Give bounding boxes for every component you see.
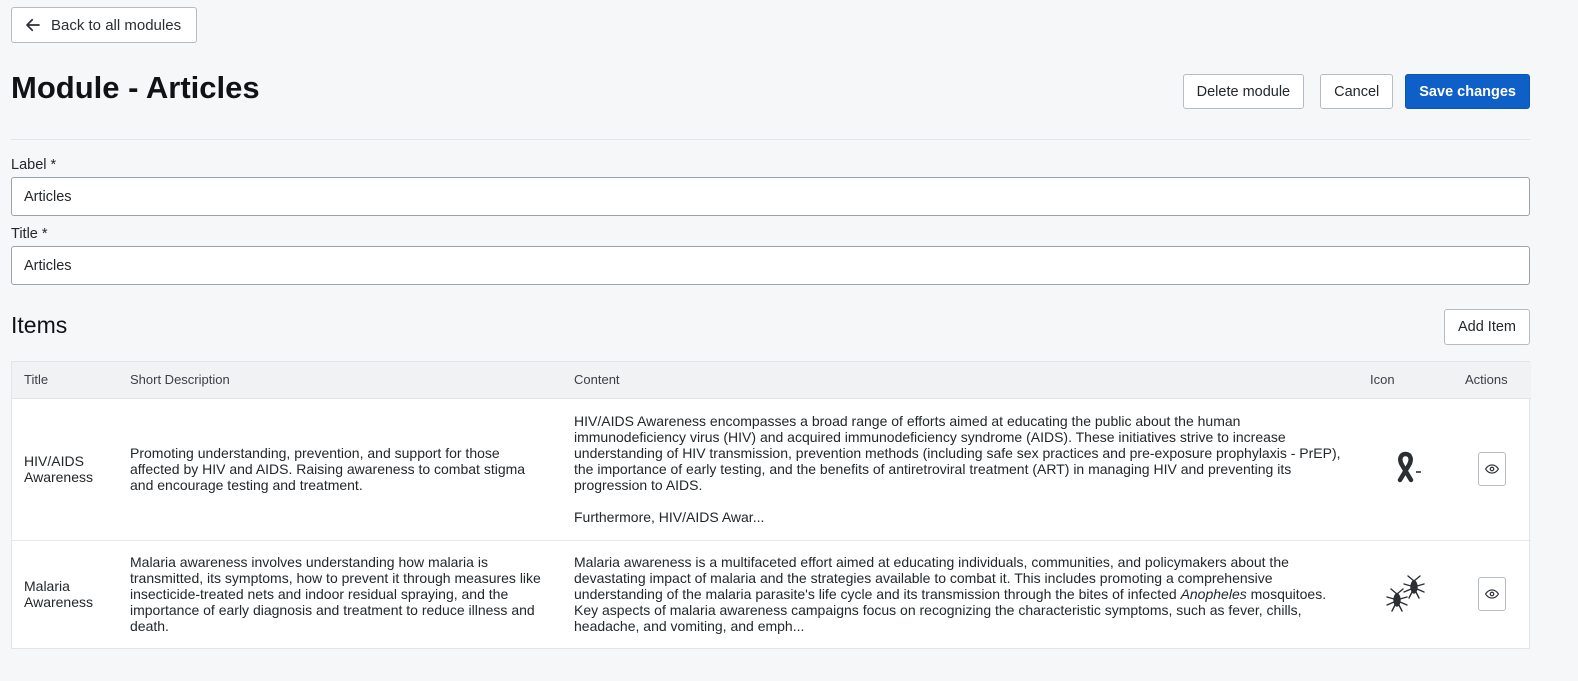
cancel-button[interactable]: Cancel (1320, 74, 1394, 109)
table-row: HIV/AIDS Awareness Promoting understandi… (12, 398, 1531, 541)
column-header-icon: Icon (1358, 362, 1453, 399)
row-short-description: Promoting understanding, prevention, and… (118, 398, 562, 541)
row-content-paragraph: HIV/AIDS Awareness encompasses a broad r… (574, 413, 1341, 493)
delete-module-button[interactable]: Delete module (1182, 74, 1305, 109)
row-actions-cell (1453, 398, 1531, 541)
add-item-button[interactable]: Add Item (1443, 309, 1530, 345)
eye-icon (1485, 464, 1499, 474)
back-button-label: Back to all modules (51, 16, 182, 34)
row-title: HIV/AIDS Awareness (12, 398, 118, 541)
row-short-description: Malaria awareness involves understanding… (130, 554, 541, 635)
header-divider (11, 139, 1530, 140)
view-item-button[interactable] (1478, 577, 1506, 612)
column-header-content: Content (562, 362, 1358, 399)
column-header-title: Title (12, 362, 118, 399)
arrow-left-icon (26, 18, 40, 32)
column-header-short-description: Short Description (118, 362, 562, 399)
back-to-modules-button[interactable]: Back to all modules (11, 7, 197, 43)
column-header-actions: Actions (1453, 362, 1531, 399)
items-table: Title Short Description Content Icon Act… (11, 361, 1531, 649)
table-row: Malaria Awareness Malaria awareness invo… (12, 540, 1531, 648)
row-title: Malaria Awareness (24, 578, 94, 611)
row-content-paragraph: Furthermore, HIV/AIDS Awar... (574, 509, 765, 525)
label-input[interactable] (11, 177, 1530, 216)
table-header-row: Title Short Description Content Icon Act… (12, 362, 1531, 399)
mosquito-icon (1385, 575, 1425, 612)
row-content-italic: Anopheles (1180, 586, 1247, 603)
header-actions: Delete module Cancel Save changes (1182, 74, 1530, 109)
eye-icon (1485, 589, 1499, 599)
row-content: Malaria awareness is a multifaceted effo… (562, 540, 1358, 648)
row-actions-cell (1453, 540, 1531, 648)
module-edit-page: Back to all modules Module - Articles De… (0, 0, 1578, 681)
save-changes-button[interactable]: Save changes (1405, 74, 1530, 109)
row-icon-cell (1358, 540, 1453, 648)
awareness-ribbon-icon (1397, 451, 1421, 482)
view-item-button[interactable] (1478, 452, 1506, 486)
page-title: Module - Articles (11, 70, 260, 105)
title-input[interactable] (11, 246, 1530, 285)
label-field-label: Label * (11, 157, 57, 173)
row-icon-cell (1358, 398, 1453, 541)
title-field-label: Title * (11, 226, 48, 242)
row-content: HIV/AIDS Awareness encompasses a broad r… (562, 398, 1358, 541)
items-heading: Items (11, 312, 68, 338)
